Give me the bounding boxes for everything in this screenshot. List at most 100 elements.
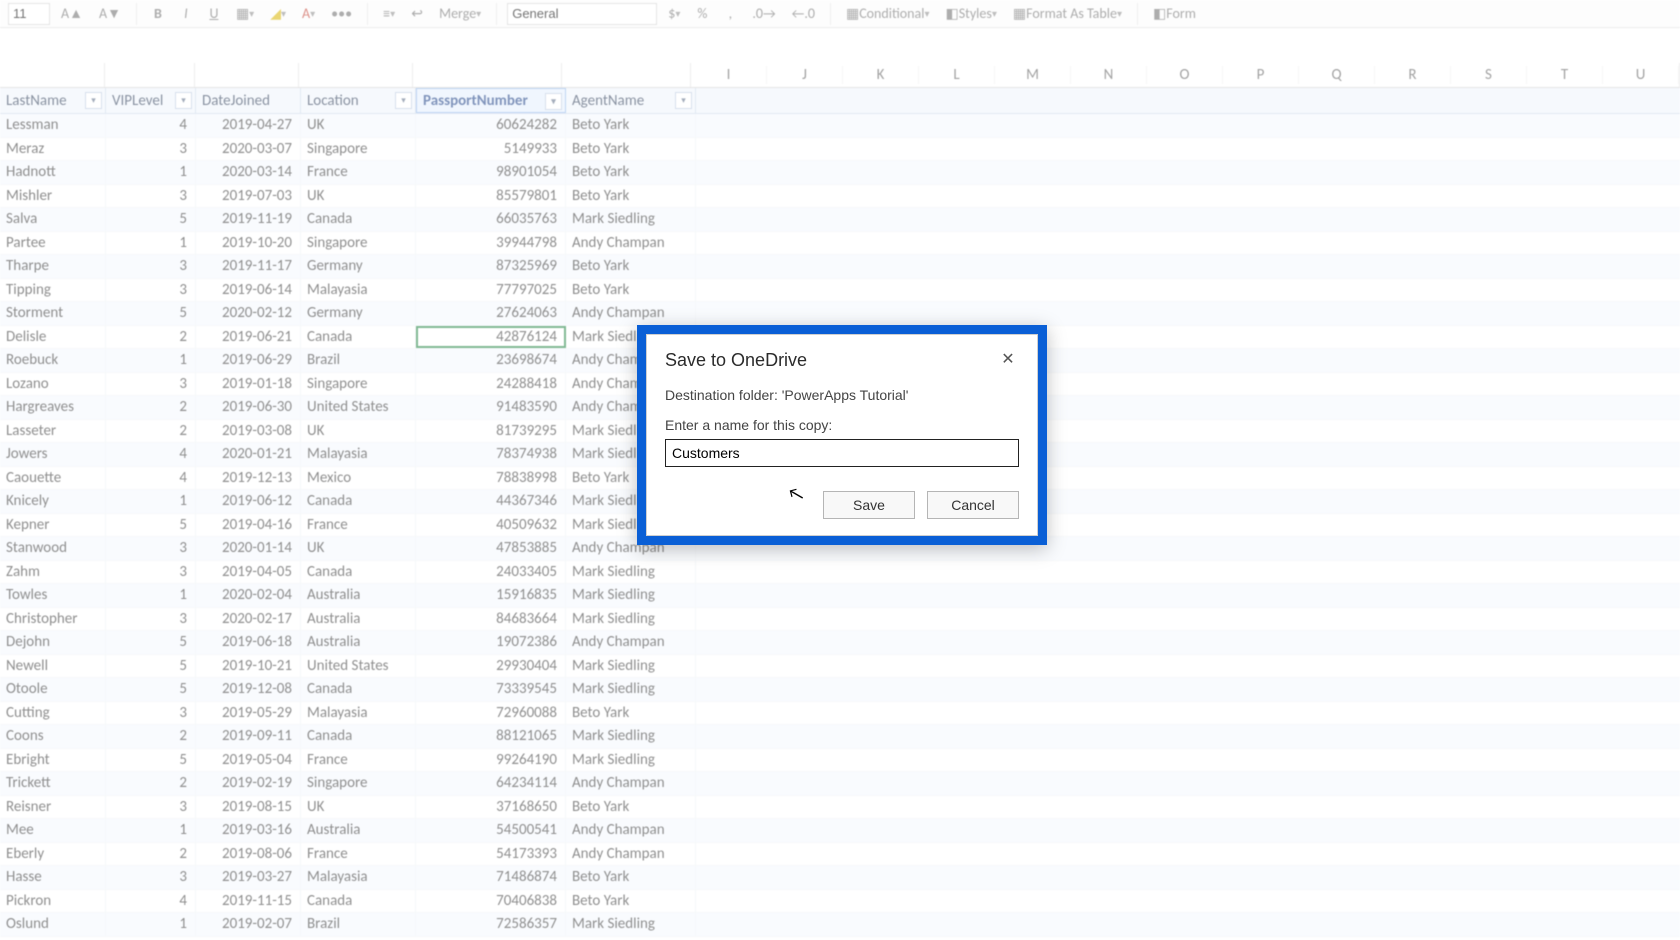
cell-location[interactable]: Singapore	[301, 232, 416, 255]
cell-passport[interactable]: 98901054	[416, 161, 566, 184]
cell-agent[interactable]: Mark Siedling	[566, 561, 696, 584]
cell-datejoined[interactable]: 2019-06-29	[196, 349, 301, 372]
cell-viplevel[interactable]: 3	[106, 866, 196, 889]
borders-icon[interactable]: ▦	[231, 3, 259, 25]
cell-location[interactable]: UK	[301, 114, 416, 137]
cell-viplevel[interactable]: 3	[106, 373, 196, 396]
number-format-select[interactable]	[507, 3, 657, 25]
close-icon[interactable]: ✕	[997, 349, 1019, 371]
decrease-font-icon[interactable]: A▼	[94, 3, 126, 25]
font-color-icon[interactable]: A	[297, 3, 320, 25]
cell-viplevel[interactable]: 3	[106, 185, 196, 208]
cell-viplevel[interactable]: 3	[106, 796, 196, 819]
cell-viplevel[interactable]: 3	[106, 255, 196, 278]
cell-datejoined[interactable]: 2019-08-15	[196, 796, 301, 819]
increase-font-icon[interactable]: A▲	[56, 3, 88, 25]
header-lastname[interactable]: LastName▾	[0, 88, 106, 113]
cell-passport[interactable]: 70406838	[416, 890, 566, 913]
cell-lastname[interactable]: Oslund	[0, 913, 106, 936]
cell-viplevel[interactable]: 1	[106, 232, 196, 255]
cell-lastname[interactable]: Storment	[0, 302, 106, 325]
header-agent[interactable]: AgentName▾	[566, 88, 696, 113]
cell-passport[interactable]: 5149933	[416, 138, 566, 161]
cell-location[interactable]: United States	[301, 396, 416, 419]
cell-lastname[interactable]: Lessman	[0, 114, 106, 137]
cell-passport[interactable]: 27624063	[416, 302, 566, 325]
cell-passport[interactable]: 42876124	[416, 326, 566, 349]
cell-viplevel[interactable]: 3	[106, 608, 196, 631]
cell-lastname[interactable]: Christopher	[0, 608, 106, 631]
underline-icon[interactable]: U	[203, 3, 225, 25]
cell-datejoined[interactable]: 2019-10-20	[196, 232, 301, 255]
cell-datejoined[interactable]: 2019-10-21	[196, 655, 301, 678]
cell-lastname[interactable]: Towles	[0, 584, 106, 607]
currency-icon[interactable]: $	[663, 3, 685, 25]
cell-location[interactable]: Singapore	[301, 138, 416, 161]
cell-agent[interactable]: Mark Siedling	[566, 655, 696, 678]
cell-viplevel[interactable]: 5	[106, 514, 196, 537]
cell-viplevel[interactable]: 3	[106, 138, 196, 161]
cell-agent[interactable]: Beto Yark	[566, 890, 696, 913]
cell-viplevel[interactable]: 1	[106, 490, 196, 513]
cell-location[interactable]: Australia	[301, 819, 416, 842]
cell-datejoined[interactable]: 2020-02-04	[196, 584, 301, 607]
cell-passport[interactable]: 88121065	[416, 725, 566, 748]
cell-location[interactable]: Canada	[301, 890, 416, 913]
cell-location[interactable]: Canada	[301, 208, 416, 231]
cell-lastname[interactable]: Trickett	[0, 772, 106, 795]
cell-location[interactable]: Mexico	[301, 467, 416, 490]
cell-passport[interactable]: 72586357	[416, 913, 566, 936]
cell-datejoined[interactable]: 2019-09-11	[196, 725, 301, 748]
fill-color-icon[interactable]: ◢	[265, 3, 291, 25]
increase-decimal-icon[interactable]: .0→	[747, 3, 780, 25]
cell-viplevel[interactable]: 2	[106, 843, 196, 866]
cell-lastname[interactable]: Stanwood	[0, 537, 106, 560]
cell-passport[interactable]: 15916835	[416, 584, 566, 607]
cell-viplevel[interactable]: 2	[106, 725, 196, 748]
cell-viplevel[interactable]: 4	[106, 890, 196, 913]
more-formatting-icon[interactable]: •••	[326, 3, 357, 25]
cell-agent[interactable]: Beto Yark	[566, 796, 696, 819]
cell-location[interactable]: Malayasia	[301, 702, 416, 725]
cell-passport[interactable]: 23698674	[416, 349, 566, 372]
cell-lastname[interactable]: Newell	[0, 655, 106, 678]
column-letter[interactable]: N	[1071, 66, 1147, 84]
cell-viplevel[interactable]: 3	[106, 537, 196, 560]
cell-agent[interactable]: Beto Yark	[566, 114, 696, 137]
header-datejoined[interactable]: DateJoined	[196, 88, 301, 113]
cell-location[interactable]: United States	[301, 655, 416, 678]
cell-datejoined[interactable]: 2019-08-06	[196, 843, 301, 866]
cell-lastname[interactable]: Hasse	[0, 866, 106, 889]
cell-agent[interactable]: Andy Champan	[566, 302, 696, 325]
cell-agent[interactable]: Beto Yark	[566, 279, 696, 302]
column-letter[interactable]: I	[691, 66, 767, 84]
cell-location[interactable]: Canada	[301, 561, 416, 584]
cell-datejoined[interactable]: 2019-02-19	[196, 772, 301, 795]
cell-agent[interactable]: Andy Champan	[566, 819, 696, 842]
cell-location[interactable]: Germany	[301, 302, 416, 325]
cell-datejoined[interactable]: 2019-11-19	[196, 208, 301, 231]
column-letter[interactable]: M	[995, 66, 1071, 84]
filter-icon[interactable]: ▾	[85, 92, 102, 109]
filter-icon[interactable]: ▾	[675, 92, 692, 109]
cell-passport[interactable]: 54173393	[416, 843, 566, 866]
cell-lastname[interactable]: Knicely	[0, 490, 106, 513]
cell-agent[interactable]: Andy Champan	[566, 772, 696, 795]
cell-location[interactable]: Germany	[301, 255, 416, 278]
cell-viplevel[interactable]: 4	[106, 443, 196, 466]
cell-agent[interactable]: Beto Yark	[566, 255, 696, 278]
cell-viplevel[interactable]: 1	[106, 819, 196, 842]
cell-lastname[interactable]: Pickron	[0, 890, 106, 913]
cell-lastname[interactable]: Partee	[0, 232, 106, 255]
cell-passport[interactable]: 78838998	[416, 467, 566, 490]
cell-datejoined[interactable]: 2020-02-12	[196, 302, 301, 325]
cell-passport[interactable]: 73339545	[416, 678, 566, 701]
cell-lastname[interactable]: Kepner	[0, 514, 106, 537]
cell-datejoined[interactable]: 2019-06-14	[196, 279, 301, 302]
cell-passport[interactable]: 44367346	[416, 490, 566, 513]
cell-agent[interactable]: Beto Yark	[566, 138, 696, 161]
cell-viplevel[interactable]: 1	[106, 913, 196, 936]
cell-lastname[interactable]: Dejohn	[0, 631, 106, 654]
cell-location[interactable]: Malayasia	[301, 279, 416, 302]
cell-passport[interactable]: 19072386	[416, 631, 566, 654]
